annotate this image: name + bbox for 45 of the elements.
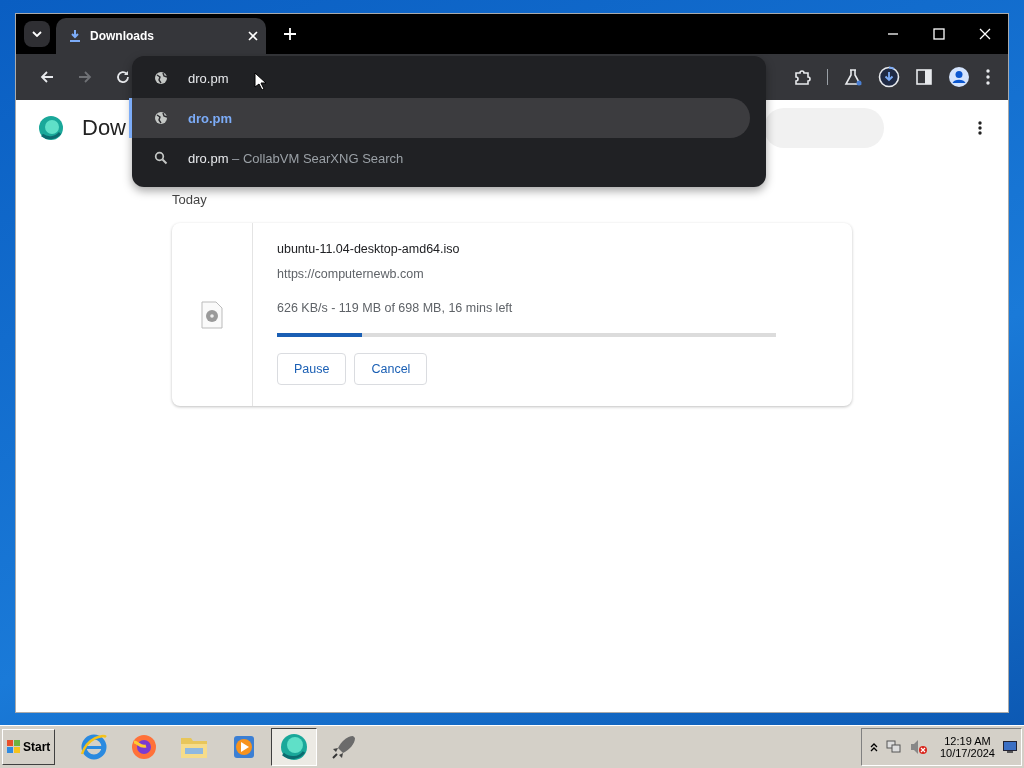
download-icon[interactable] [878,66,900,88]
app-logo-icon [279,732,310,762]
action-button[interactable]: Pause [277,353,347,385]
download-icon [70,30,80,42]
muted-speaker-icon[interactable] [909,739,928,755]
chevron-down-icon [32,31,42,37]
chevron-up-icon[interactable] [869,742,878,752]
side-panel-icon[interactable] [916,69,932,85]
close-icon[interactable] [248,31,258,41]
reload-icon[interactable] [116,70,130,84]
suggestion-item[interactable]: dro.pm – CollabVM SearXNG Search [129,138,750,178]
search-icon [154,151,168,165]
more-options-icon[interactable] [978,121,982,135]
flask-icon[interactable] [844,68,862,86]
forward-icon[interactable] [78,70,92,84]
network-icon[interactable] [885,739,902,755]
browser-tab[interactable]: Downloads [56,18,266,54]
profile-icon[interactable] [948,66,970,88]
file-name[interactable]: ubuntu-11.04-desktop-amd64.iso [277,242,776,256]
mouse-pointer-icon [254,72,266,90]
disc-file-icon [201,300,223,329]
globe-icon [154,111,168,125]
download-status: 626 KB/s - 119 MB of 698 MB, 16 mins left [277,301,514,315]
maximize-icon[interactable] [933,28,945,40]
source-url[interactable]: https://computernewb.com [277,267,776,281]
show-desktop-icon[interactable] [1003,741,1017,753]
address-field[interactable]: dro.pm [188,70,388,86]
close-icon[interactable] [979,28,991,40]
clock-date[interactable]: 10/17/2024 [939,747,995,759]
start-button[interactable]: Start [2,729,56,765]
menu-icon[interactable] [986,69,990,85]
suggestion-item[interactable]: dro.pm [129,98,750,138]
windows-logo-icon [7,740,21,754]
globe-icon [154,71,168,85]
action-button[interactable]: Cancel [354,353,428,385]
new-tab-icon[interactable] [284,28,296,40]
taskbar-app[interactable] [271,728,318,766]
tab-search-button[interactable] [24,21,50,47]
clock-time[interactable]: 12:19 AM [944,735,991,747]
back-icon[interactable] [40,70,54,84]
section-heading: Today [172,192,208,207]
app-logo-icon [38,115,64,141]
page-title: Dow [82,115,126,141]
puzzle-icon[interactable] [793,68,811,86]
search-field[interactable] [764,108,884,148]
